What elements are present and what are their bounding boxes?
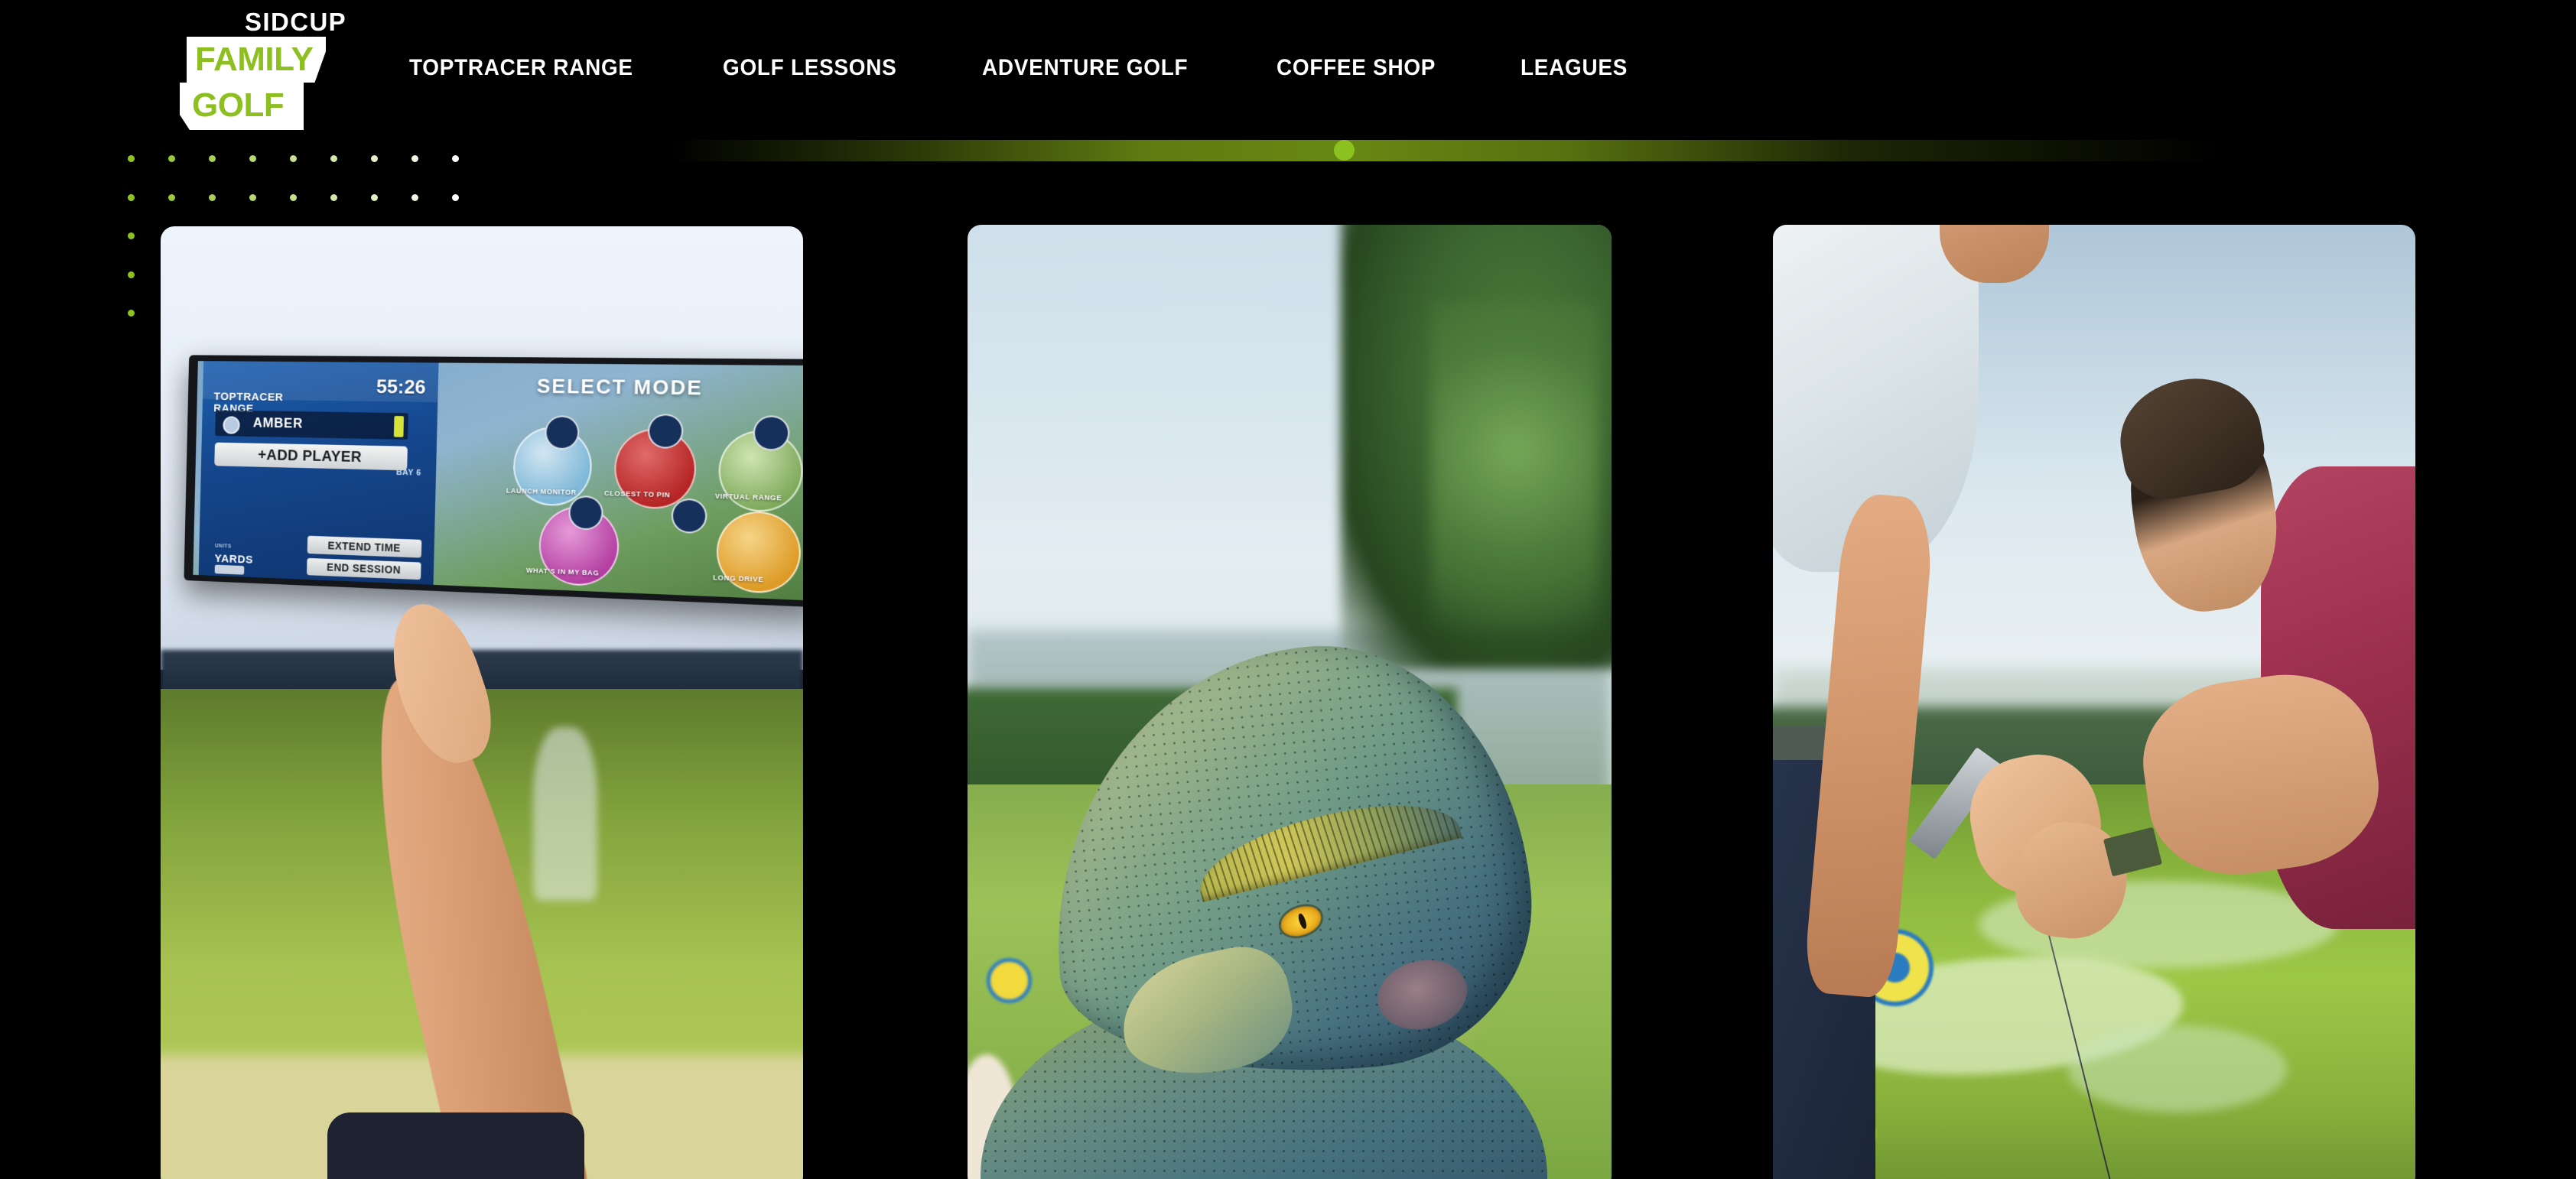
- player-row[interactable]: AMBER: [215, 410, 408, 440]
- extend-time-label: EXTEND TIME: [327, 539, 401, 555]
- mode-badge-icon-5: [671, 498, 707, 534]
- units-toggle[interactable]: [213, 565, 245, 576]
- nav-item-coffee-shop[interactable]: COFFEE SHOP: [1277, 55, 1436, 81]
- logo-family-text: FAMILY: [195, 41, 314, 78]
- toptracer-side-panel: TOPTRACER RANGE 55:26 BAY 6 AMBER +ADD P…: [198, 361, 438, 586]
- mode-label-closest-to-pin: CLOSEST TO PIN: [603, 489, 671, 499]
- end-session-label: END SESSION: [326, 561, 401, 577]
- carousel-slide-golf-lessons[interactable]: [1773, 225, 2415, 1179]
- course-target-marker: [987, 958, 1033, 1004]
- nav-item-toptracer-range[interactable]: TOPTRACER RANGE: [409, 55, 633, 81]
- carousel-slides: TOPTRACER RANGE 55:26 BAY 6 AMBER +ADD P…: [0, 0, 2576, 1179]
- carousel-slide-adventure-golf[interactable]: [968, 225, 1612, 1179]
- nav-item-golf-lessons[interactable]: GOLF LESSONS: [723, 55, 897, 81]
- player-name: AMBER: [252, 415, 303, 431]
- player-avatar-icon: [222, 416, 240, 434]
- mode-label-whats-in-my-bag: WHAT'S IN MY BAG: [525, 566, 600, 577]
- mode-label-launch-monitor: LAUNCH MONITOR: [506, 486, 577, 497]
- main-navigation: TOPTRACER RANGE GOLF LESSONS ADVENTURE G…: [409, 55, 1635, 81]
- logo-sidcup-text: SIDCUP: [245, 8, 347, 36]
- page-root: SIDCUP FAMILY GOLF TOPTRACER RANGE GOLF …: [0, 0, 2576, 1179]
- session-timer: 55:26: [376, 375, 426, 399]
- add-player-button[interactable]: +ADD PLAYER: [214, 443, 408, 472]
- nav-item-leagues[interactable]: LEAGUES: [1521, 55, 1628, 81]
- golf-lessons-photo: [1773, 225, 2415, 1179]
- site-header: SIDCUP FAMILY GOLF TOPTRACER RANGE GOLF …: [0, 0, 2576, 130]
- site-logo[interactable]: SIDCUP FAMILY GOLF: [180, 9, 346, 130]
- end-session-button[interactable]: END SESSION: [306, 557, 421, 580]
- bay-screen-frame: TOPTRACER RANGE 55:26 BAY 6 AMBER +ADD P…: [184, 355, 803, 608]
- add-player-label: +ADD PLAYER: [257, 447, 362, 466]
- units-caption: UNITS: [214, 544, 232, 550]
- mode-label-virtual-range: VIRTUAL RANGE: [714, 492, 782, 502]
- player-active-bar: [393, 415, 404, 437]
- toptracer-range-photo: TOPTRACER RANGE 55:26 BAY 6 AMBER +ADD P…: [161, 226, 803, 1179]
- nav-item-adventure-golf[interactable]: ADVENTURE GOLF: [982, 55, 1188, 81]
- adventure-golf-photo: [968, 225, 1612, 1179]
- select-mode-title: SELECT MODE: [536, 375, 703, 401]
- mode-label-long-drive: LONG DRIVE: [712, 573, 764, 584]
- bay-screen: TOPTRACER RANGE 55:26 BAY 6 AMBER +ADD P…: [192, 361, 803, 601]
- extend-time-button[interactable]: EXTEND TIME: [307, 536, 422, 558]
- dinosaur-pupil: [1296, 912, 1309, 930]
- player-sleeve: [327, 1112, 585, 1179]
- logo-golf-text: GOLF: [192, 86, 285, 124]
- carousel-slide-toptracer-range[interactable]: TOPTRACER RANGE 55:26 BAY 6 AMBER +ADD P…: [161, 226, 803, 1179]
- mode-badge-icon-2: [646, 414, 684, 450]
- carousel-indicator-dot[interactable]: [1334, 140, 1355, 161]
